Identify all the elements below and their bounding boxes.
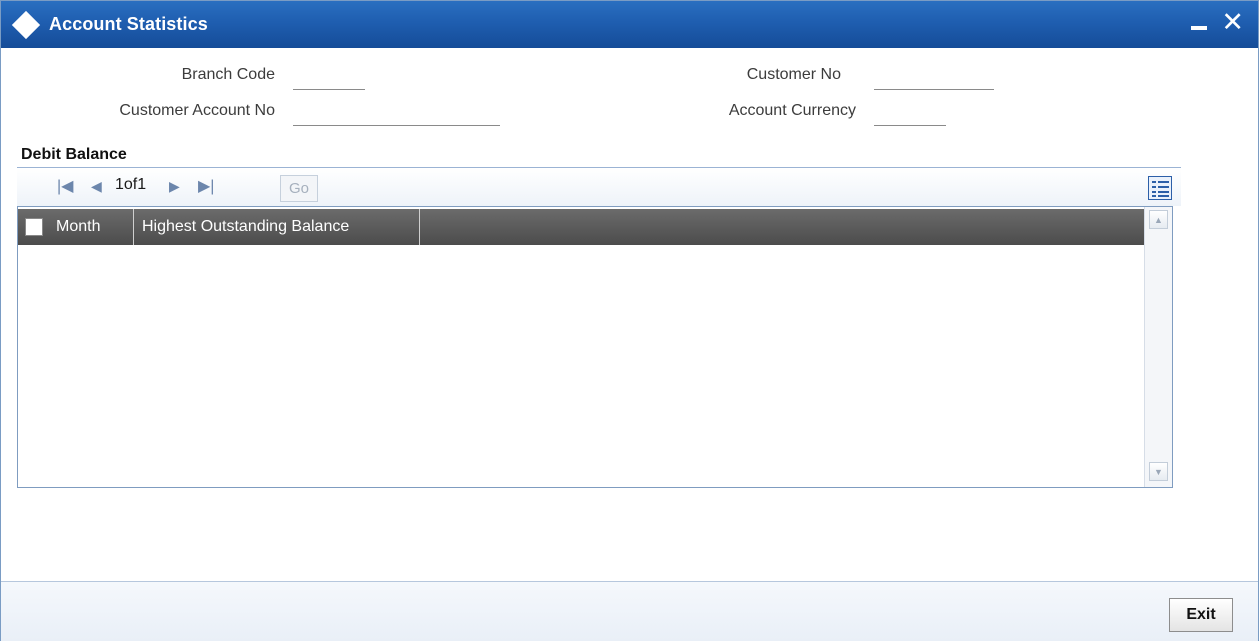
first-page-icon[interactable]: |◀ bbox=[57, 176, 73, 196]
account-statistics-window: Account Statistics ✕ Branch Code Custome… bbox=[0, 0, 1259, 641]
window-title: Account Statistics bbox=[49, 14, 208, 34]
page-indicator: 1of1 bbox=[115, 176, 147, 193]
vertical-scrollbar[interactable]: ▲ ▼ bbox=[1144, 207, 1172, 487]
go-button[interactable]: Go bbox=[280, 175, 318, 202]
grid-toolbar: |◀ ◀ 1of1 ▶ ▶| Go bbox=[17, 168, 1181, 206]
previous-page-icon[interactable]: ◀ bbox=[91, 178, 102, 195]
window-titlebar[interactable]: Account Statistics ✕ bbox=[1, 1, 1258, 48]
column-header-month[interactable]: Month bbox=[49, 209, 133, 245]
column-header-highest-outstanding-balance[interactable]: Highest Outstanding Balance bbox=[135, 209, 419, 245]
scroll-up-icon[interactable]: ▲ bbox=[1149, 210, 1168, 229]
customer-no-input[interactable] bbox=[874, 68, 994, 90]
minimize-icon[interactable] bbox=[1191, 26, 1208, 30]
scroll-down-icon[interactable]: ▼ bbox=[1149, 462, 1168, 481]
select-all-checkbox[interactable] bbox=[25, 218, 43, 236]
customer-no-label: Customer No bbox=[746, 66, 841, 83]
close-icon[interactable]: ✕ bbox=[1221, 9, 1244, 36]
footer-bar: Exit bbox=[1, 582, 1258, 641]
next-page-icon[interactable]: ▶ bbox=[169, 178, 180, 195]
branch-code-input[interactable] bbox=[293, 68, 365, 90]
branch-code-label: Branch Code bbox=[181, 66, 275, 83]
list-view-icon[interactable] bbox=[1148, 176, 1172, 200]
diamond-icon bbox=[11, 10, 41, 39]
window-controls: ✕ bbox=[1191, 9, 1244, 36]
customer-account-no-label: Customer Account No bbox=[119, 102, 275, 119]
debit-balance-grid: Month Highest Outstanding Balance ▲ ▼ bbox=[17, 206, 1173, 488]
customer-account-no-input[interactable] bbox=[293, 104, 500, 126]
grid-header: Month Highest Outstanding Balance bbox=[18, 209, 1144, 245]
account-currency-label: Account Currency bbox=[728, 102, 856, 119]
column-separator bbox=[419, 209, 420, 245]
account-currency-input[interactable] bbox=[874, 104, 946, 126]
column-separator bbox=[133, 209, 134, 245]
debit-balance-title: Debit Balance bbox=[21, 146, 127, 163]
last-page-icon[interactable]: ▶| bbox=[198, 176, 214, 196]
exit-button[interactable]: Exit bbox=[1169, 598, 1233, 632]
